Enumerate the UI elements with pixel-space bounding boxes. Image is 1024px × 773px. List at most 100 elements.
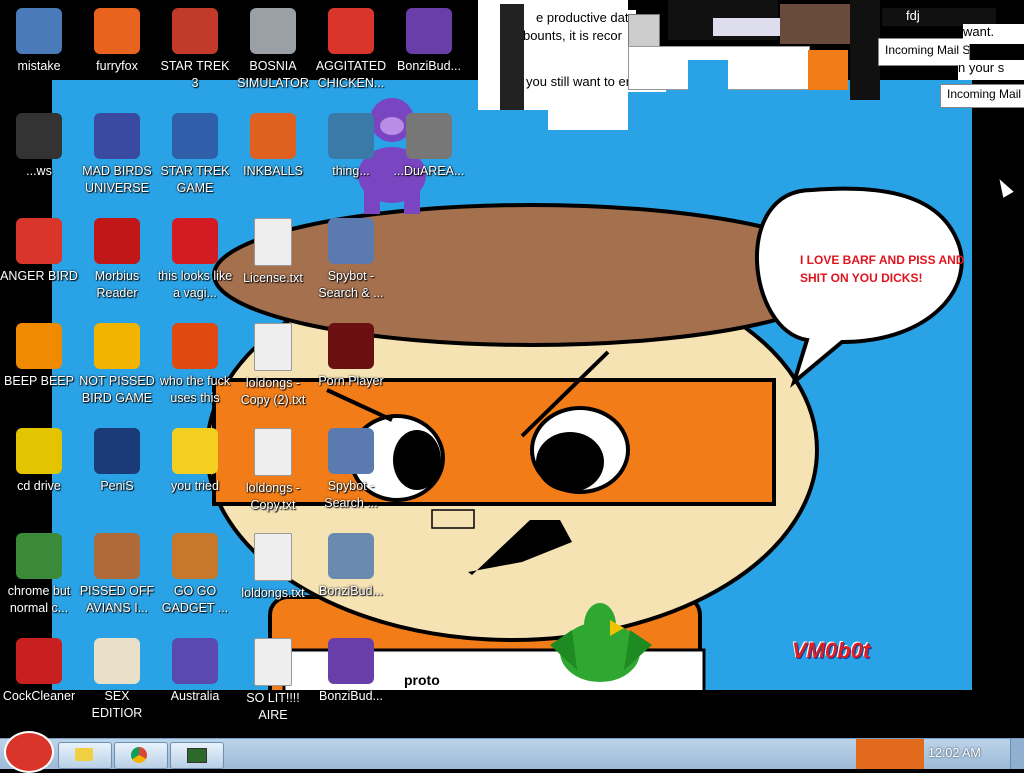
desktop-icon[interactable]: NOT PISSED BIRD GAME [78,315,156,419]
watermark-logo: VM0b0t [792,638,871,663]
desktop-icon[interactable]: Porn Player [312,315,390,419]
desktop-icon-label: MAD BIRDS UNIVERSE [82,164,152,195]
desktop-icon-label: loldongs.txt [241,586,305,600]
text-file-icon [254,428,292,476]
ccleaner-icon [16,638,62,684]
taskbar-glitch-block [856,739,924,769]
desktop-icon[interactable]: STAR TREK GAME [156,105,234,209]
inkball-icon [250,113,296,159]
desktop-icon[interactable]: loldongs - Copy.txt [234,420,312,524]
start-button-angry-bird-icon[interactable] [4,731,54,773]
desktop-icon[interactable]: cd drive [0,420,78,524]
trash-warning-icon [16,113,62,159]
briefcase-icon [172,533,218,579]
desktop-icon-label: mistake [17,59,61,73]
desktop-icon-label: SO LIT!!!! AIRE [246,691,300,722]
desktop-icon[interactable]: who the fuck uses this [156,315,234,419]
desktop-icon[interactable]: BonziBud... [312,630,390,734]
window-icon [328,533,374,579]
desktop-icon[interactable]: BOSNIA SIMULATOR [234,0,312,104]
glitch-block [713,18,783,36]
desktop-icon-label: BonziBud... [319,584,383,598]
star-wars-icon [172,113,218,159]
star-trek-icon [172,8,218,54]
folder-icon [75,748,93,761]
desktop-icon-label: this looks like a vagi... [157,269,233,300]
desktop-icon-label: Spybot - Search ... [324,479,378,510]
angry-bird-icon [16,218,62,264]
explosion-icon [250,8,296,54]
desktop-icon-label: CockCleaner [2,689,76,703]
desktop-icon[interactable]: BonziBud... [312,525,390,629]
desktop-icon-label: ANGER BIRD [0,269,78,283]
desktop-icon[interactable]: SEX EDITIOR [78,630,156,734]
desktop-icon[interactable]: furryfox [78,0,156,104]
flash-icon [328,323,374,369]
bonzi-icon [406,8,452,54]
angry-birds-seasons-icon [94,533,140,579]
desktop-icon[interactable]: ANGER BIRD [0,210,78,314]
desktop-icon[interactable]: Spybot - Search & ... [312,210,390,314]
angry-bird-icon [328,8,374,54]
desktop-icon[interactable]: CockCleaner [0,630,78,734]
desktop-icon-label: INKBALLS [243,164,303,178]
desktop-icon[interactable]: PISSED OFF AVIANS I... [78,525,156,629]
desktop-icon[interactable]: SO LIT!!!! AIRE [234,630,312,734]
bonzi-icon [328,638,374,684]
shirt-text: proto [404,672,440,688]
desktop-icon[interactable]: ...ws [0,105,78,209]
star-icon [172,428,218,474]
desktop-icon-label: BOSNIA SIMULATOR [237,59,309,90]
desktop-icon-label: STAR TREK 3 [160,59,230,90]
desktop-icon[interactable]: BonziBud... [390,0,468,104]
glitch-block [478,110,548,130]
desktop-icon[interactable]: loldongs.txt [234,525,312,629]
desktop-icon[interactable]: License.txt [234,210,312,314]
desktop-icon[interactable]: STAR TREK 3 [156,0,234,104]
glitch-block [808,50,848,90]
text-file-icon [254,323,292,371]
firefox-icon [94,8,140,54]
desktop-icon[interactable]: chrome but normal c... [0,525,78,629]
desktop-icon[interactable]: you tried [156,420,234,524]
desktop-icon[interactable]: mistake [0,0,78,104]
desktop-icon[interactable]: Spybot - Search ... [312,420,390,524]
winamp-icon [172,323,218,369]
taskbar: 12:02 AM [0,731,1024,773]
desktop-icon[interactable]: GO GO GADGET ... [156,525,234,629]
desktop-icon[interactable]: AGGITATED CHICKEN... [312,0,390,104]
taskbar-explorer-button[interactable] [58,742,112,769]
desktop-icon[interactable]: INKBALLS [234,105,312,209]
desktop-icon-label: thing... [332,164,370,178]
glitch-text-4: Incoming Mail S [878,38,970,66]
desktop-icon[interactable]: MAD BIRDS UNIVERSE [78,105,156,209]
desktop-icon[interactable]: Australia [156,630,234,734]
taskbar-program-button[interactable] [170,742,224,769]
program-icon [328,113,374,159]
text-file-icon [254,533,292,581]
desktop-icon[interactable]: ...DuAREA... [390,105,468,209]
chrome-icon [16,533,62,579]
show-desktop-button[interactable] [1010,739,1024,769]
desktop-icon[interactable]: this looks like a vagi... [156,210,234,314]
chrome-icon [131,747,147,763]
glitch-block [500,4,524,126]
desktop-icon[interactable]: PeniS [78,420,156,524]
taskbar-chrome-button[interactable] [114,742,168,769]
desktop-icon[interactable]: BEEP BEEP [0,315,78,419]
right-pupil [536,432,604,492]
desktop-icon-label: furryfox [96,59,138,73]
desktop-icon[interactable]: loldongs - Copy (2).txt [234,315,312,419]
glitch-text-8: want. [963,24,1024,44]
desktop-icon-label: cd drive [17,479,61,493]
desktop-icon-label: BEEP BEEP [4,374,74,388]
desktop-icon[interactable]: Morbius Reader [78,210,156,314]
glitch-block [780,4,850,44]
desktop-icon-label: BonziBud... [319,689,383,703]
desktop-icon-label: ...DuAREA... [393,164,465,178]
angry-bird-space-icon [94,113,140,159]
desktop-icon[interactable]: thing... [312,105,390,209]
gears-icon [406,113,452,159]
taskbar-clock[interactable]: 12:02 AM [928,746,981,760]
glitch-block [850,0,880,100]
